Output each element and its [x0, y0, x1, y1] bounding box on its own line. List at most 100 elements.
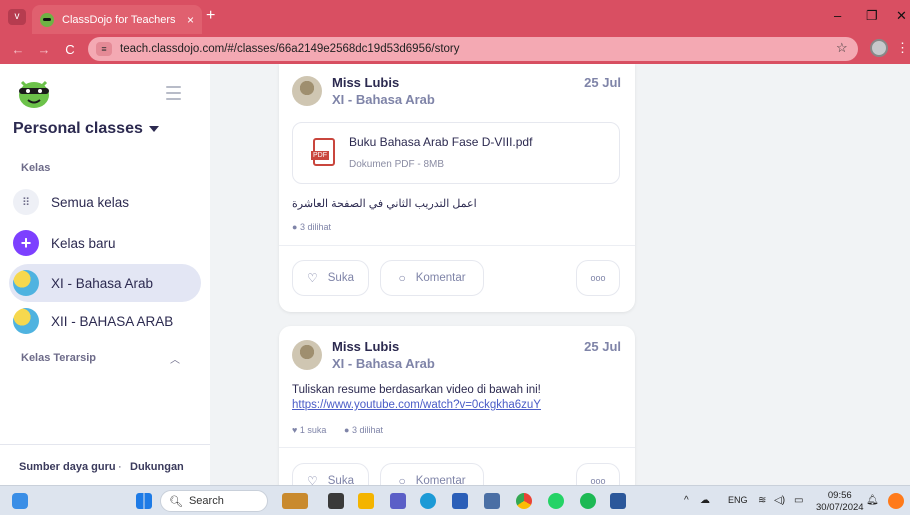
avatar	[292, 76, 322, 106]
copilot-icon[interactable]	[888, 493, 904, 509]
spotify-icon[interactable]	[580, 493, 596, 509]
system-clock[interactable]: 09:56 30/07/2024	[816, 490, 864, 514]
browser-toolbar: ← → C ≡ teach.classdojo.com/#/classes/66…	[0, 34, 910, 64]
browser-tab-strip: v ClassDojo for Teachers × + – ❐ ✕	[0, 0, 910, 34]
attachment-meta: Dokumen PDF - 8MB	[349, 159, 445, 170]
windows-start-icon[interactable]	[136, 493, 152, 509]
browser-menu-icon[interactable]: ⋮	[896, 40, 909, 56]
reload-button[interactable]: C	[62, 42, 78, 57]
post-class: XI - Bahasa Arab	[332, 356, 435, 371]
sidebar-footer: Sumber daya guru · Dukungan	[0, 444, 210, 485]
sidebar-item-label: Semua kelas	[51, 194, 130, 210]
section-label-kelas-terarsip[interactable]: Kelas Terarsip	[21, 352, 96, 364]
tab-close-icon[interactable]: ×	[187, 13, 194, 27]
back-button[interactable]: ←	[10, 42, 26, 57]
youtube-link[interactable]: https://www.youtube.com/watch?v=0ckgkha6…	[292, 399, 541, 411]
post-date: 25 Jul	[584, 339, 621, 354]
globe-icon	[13, 308, 39, 334]
tab-search-button[interactable]: v	[8, 9, 26, 25]
classdojo-logo-icon[interactable]	[14, 76, 54, 110]
sidebar-item-kelas-baru[interactable]: + Kelas baru	[9, 224, 201, 262]
browser-tab[interactable]: ClassDojo for Teachers ×	[32, 5, 202, 34]
restore-button[interactable]: ❐	[866, 8, 878, 24]
ellipsis-icon: ooo	[590, 273, 606, 283]
camera-icon[interactable]	[484, 493, 500, 509]
tab-title: ClassDojo for Teachers	[62, 13, 176, 26]
views-count[interactable]: ● 3 dilihat	[292, 222, 331, 232]
edge-icon[interactable]	[420, 493, 436, 509]
divider	[279, 447, 635, 448]
hamburger-menu-icon[interactable]	[166, 86, 181, 104]
sidebar-item-label: Kelas baru	[51, 235, 116, 251]
attachment-name: Buku Bahasa Arab Fase D-VIII.pdf	[349, 135, 533, 149]
taskbar-search-input[interactable]: 🔍︎ Search	[160, 490, 268, 512]
widgets-icon[interactable]	[12, 493, 28, 509]
url-text: teach.classdojo.com/#/classes/66a2149e25…	[120, 43, 460, 55]
notification-bell-icon[interactable]: 🔔︎	[866, 495, 879, 506]
language-indicator[interactable]: ENG	[728, 495, 748, 505]
sidebar-item-label: XII - BAHASA ARAB	[51, 313, 174, 329]
bookmark-star-icon[interactable]: ☆	[836, 40, 848, 56]
file-explorer-icon[interactable]	[358, 493, 374, 509]
forward-button[interactable]: →	[36, 42, 52, 57]
volume-icon[interactable]: ◁)	[774, 495, 785, 506]
post-author: Miss Lubis	[332, 339, 400, 354]
chevron-down-icon	[148, 125, 159, 132]
close-window-button[interactable]: ✕	[896, 8, 907, 24]
chevron-up-icon[interactable]: ^	[684, 495, 689, 506]
post-text: اعمل التدريب الثاني في الصفحة العاشرة	[292, 198, 477, 210]
sidebar: Personal classes Kelas ⠿ Semua kelas + K…	[0, 64, 210, 485]
teams-icon[interactable]	[390, 493, 406, 509]
section-label-kelas: Kelas	[21, 162, 51, 174]
like-button[interactable]: ♡ Suka	[292, 260, 369, 296]
divider	[279, 245, 635, 246]
address-bar[interactable]: ≡ teach.classdojo.com/#/classes/66a2149e…	[88, 37, 858, 61]
battery-icon[interactable]: ▭	[794, 495, 803, 506]
footer-separator: ·	[118, 461, 122, 473]
mosque-app-icon[interactable]	[282, 493, 308, 509]
classdojo-favicon	[40, 12, 54, 27]
globe-icon	[13, 270, 39, 296]
sidebar-item-xii-bahasa-arab[interactable]: XII - BAHASA ARAB	[9, 302, 201, 340]
post-date: 25 Jul	[584, 75, 621, 90]
plus-icon: +	[13, 230, 39, 256]
search-icon: 🔍︎	[169, 495, 183, 508]
story-post: Miss Lubis XI - Bahasa Arab 25 Jul Tulis…	[279, 326, 635, 499]
clock-date: 30/07/2024	[816, 502, 864, 513]
more-options-button[interactable]: ooo	[576, 260, 620, 296]
avatar	[292, 340, 322, 370]
comment-button[interactable]: ○ Komentar	[380, 260, 484, 296]
cloud-icon[interactable]: ☁	[700, 495, 710, 506]
sidebar-item-semua-kelas[interactable]: ⠿ Semua kelas	[9, 183, 201, 221]
task-view-icon[interactable]	[328, 493, 344, 509]
site-info-icon[interactable]: ≡	[96, 42, 112, 56]
profile-avatar[interactable]	[870, 39, 888, 57]
chevron-up-icon[interactable]: ︿	[170, 351, 180, 366]
sidebar-item-label: XI - Bahasa Arab	[51, 275, 154, 291]
views-count[interactable]: ● 3 dilihat	[344, 425, 383, 435]
support-link[interactable]: Dukungan	[130, 461, 184, 473]
post-text: Tuliskan resume berdasarkan video di baw…	[292, 384, 541, 396]
teacher-resources-link[interactable]: Sumber daya guru	[19, 461, 116, 473]
word-icon[interactable]	[610, 493, 626, 509]
chrome-icon[interactable]	[516, 493, 532, 509]
new-tab-button[interactable]: +	[206, 8, 215, 24]
heart-icon: ♡	[307, 271, 318, 285]
wifi-icon[interactable]: ≋	[758, 495, 766, 506]
pdf-attachment[interactable]: PDF Buku Bahasa Arab Fase D-VIII.pdf Dok…	[292, 122, 620, 184]
minimize-button[interactable]: –	[834, 8, 841, 23]
sidebar-item-xi-bahasa-arab[interactable]: XI - Bahasa Arab	[9, 264, 201, 302]
search-placeholder: Search	[188, 495, 224, 507]
pdf-file-icon: PDF	[311, 138, 335, 166]
store-icon[interactable]	[452, 493, 468, 509]
grid-icon: ⠿	[13, 189, 39, 215]
windows-taskbar: 🔍︎ Search ^ ☁ ENG ≋ ◁) ▭ 09:56 30/07/202…	[0, 485, 910, 515]
post-author: Miss Lubis	[332, 75, 400, 90]
personal-classes-dropdown[interactable]: Personal classes	[13, 120, 159, 138]
whatsapp-icon[interactable]	[548, 493, 564, 509]
personal-classes-label: Personal classes	[13, 120, 143, 137]
likes-count[interactable]: ♥ 1 suka	[292, 425, 326, 435]
comment-icon: ○	[398, 271, 406, 285]
story-post: Miss Lubis XI - Bahasa Arab 25 Jul PDF B…	[279, 64, 635, 312]
post-class: XI - Bahasa Arab	[332, 92, 435, 107]
